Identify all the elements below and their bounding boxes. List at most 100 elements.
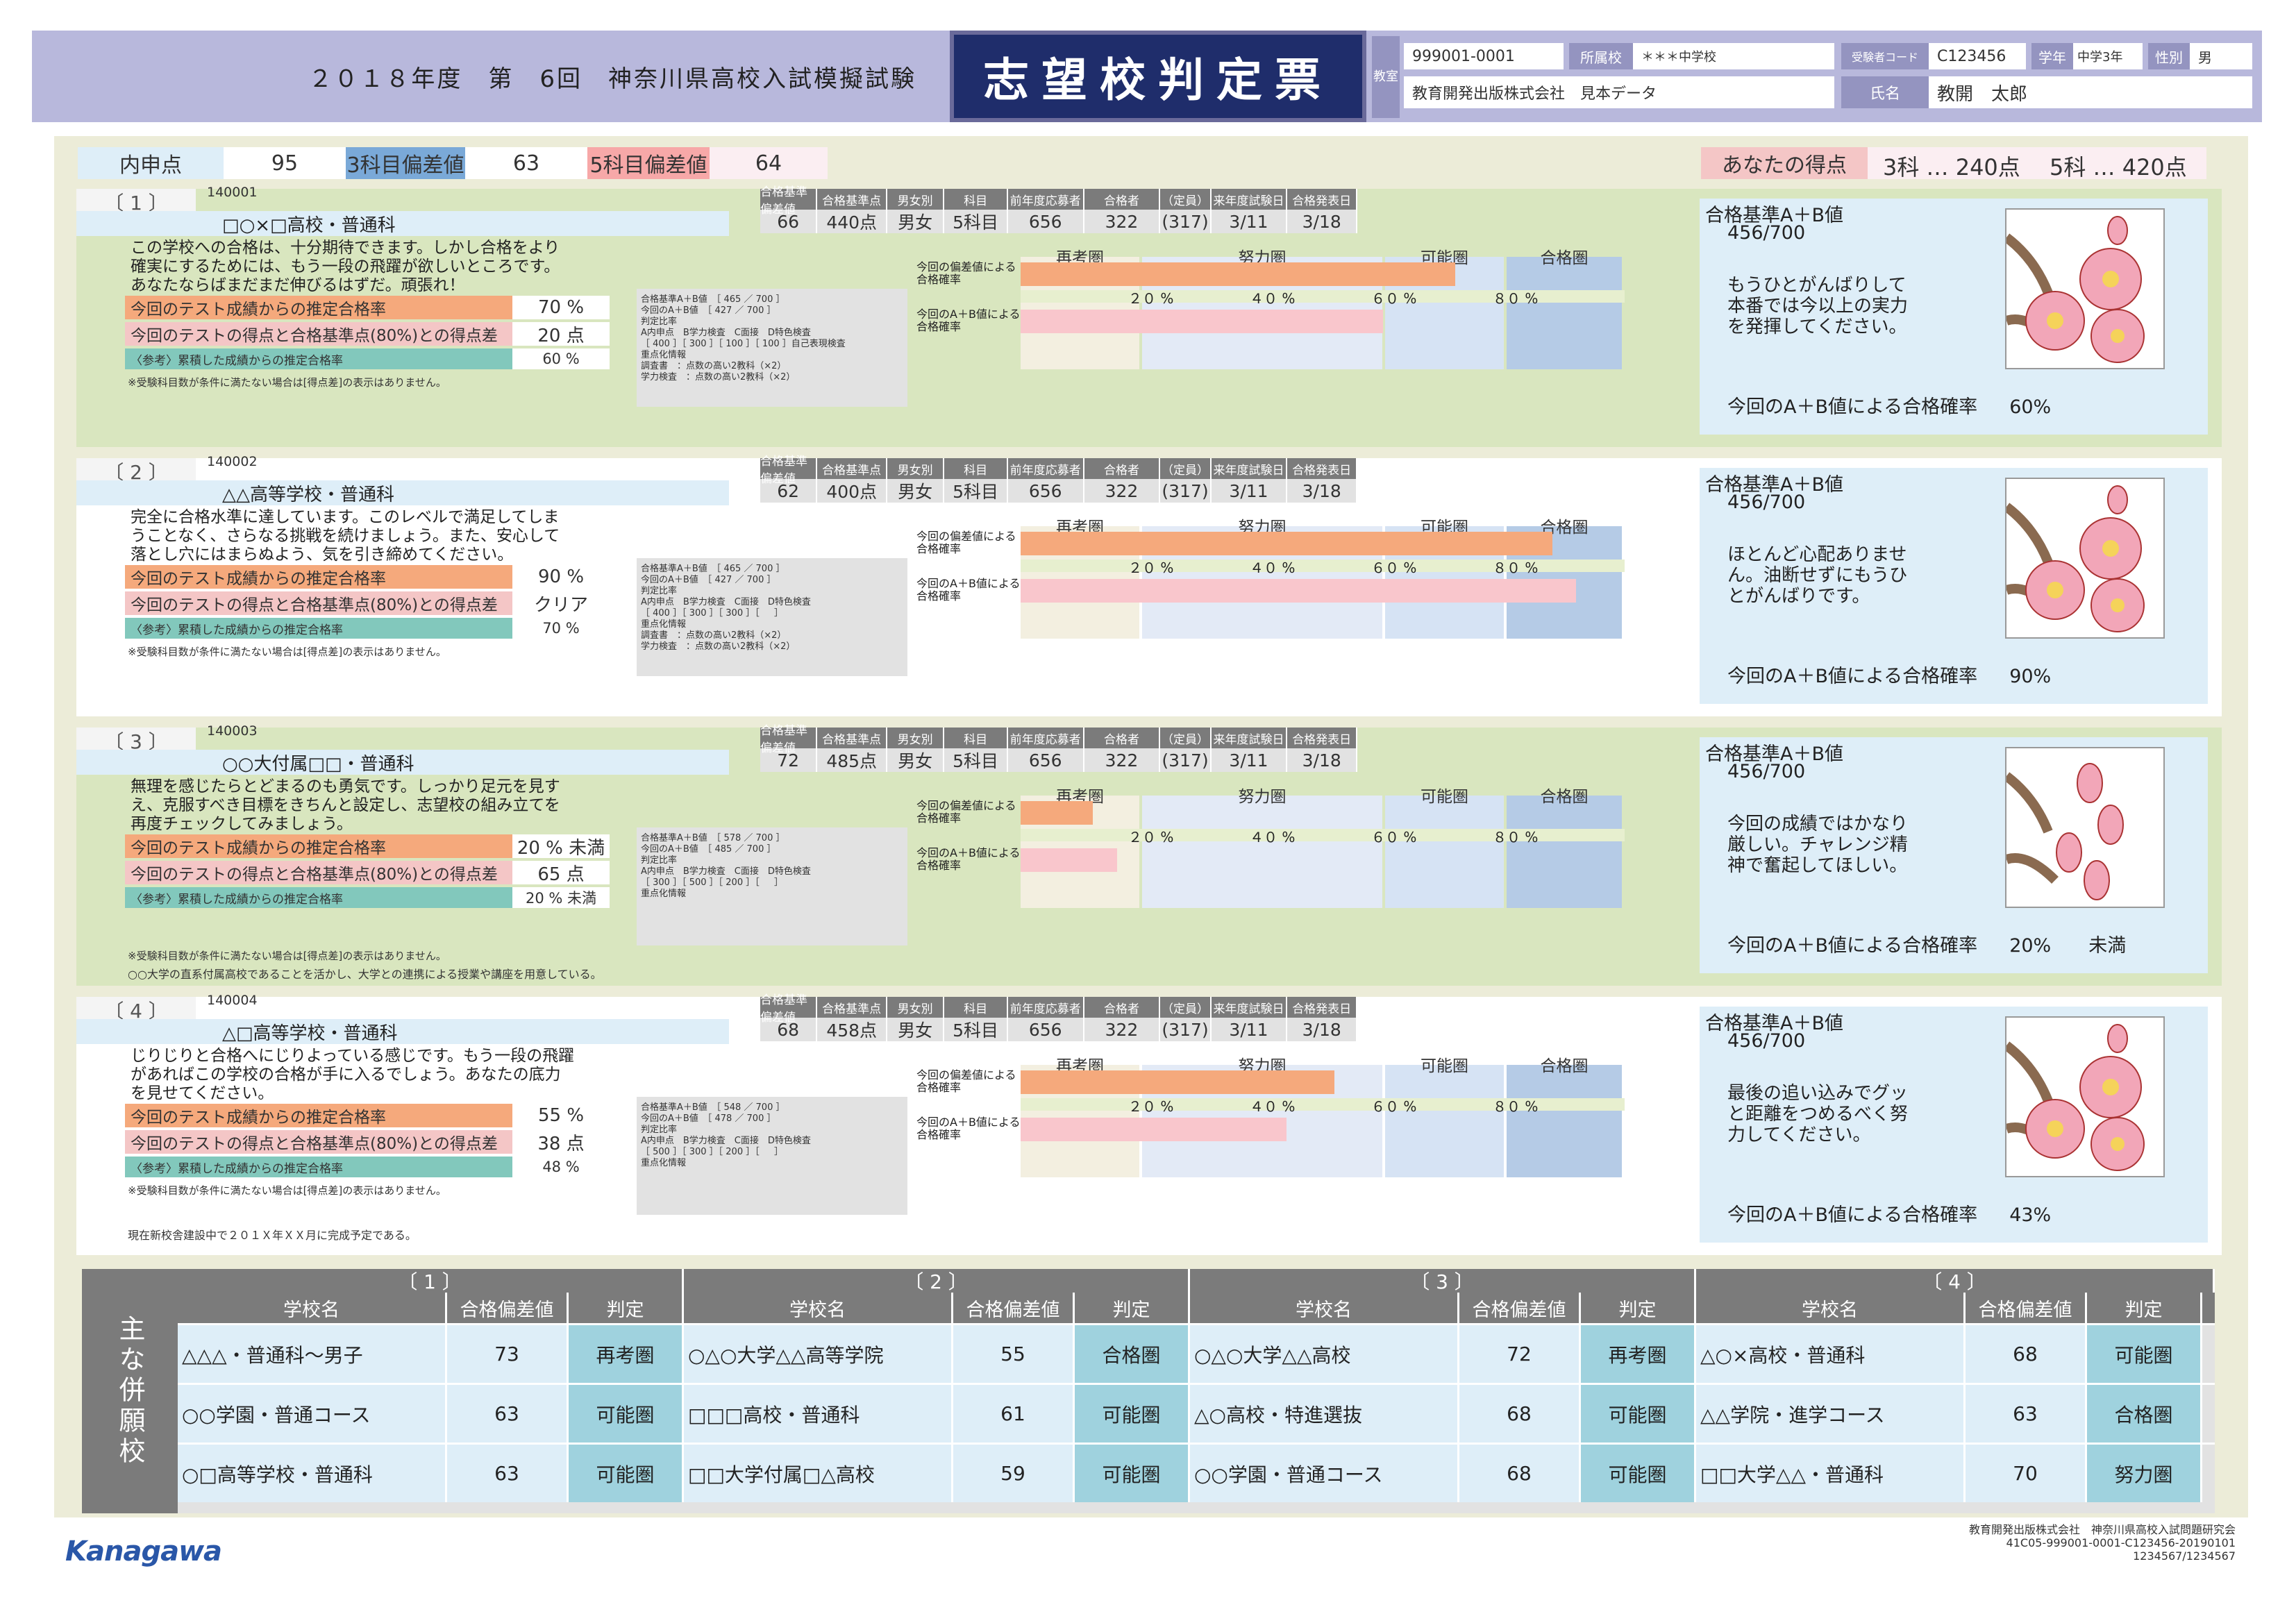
stats-value-cell: (317) (1160, 210, 1212, 233)
stats-header: 合格基準偏差値合格基準点男女別科目前年度応募者合格者（定員）来年度試験日合格発表… (760, 455, 1357, 486)
other-school-dev: 59 (953, 1445, 1075, 1502)
criteria-line: 合格基準A＋B値 ［ 578 ／ 700 ］ (641, 833, 785, 843)
group-columns: 学校名 合格偏差値 判定 (684, 1293, 1190, 1323)
bar-ab (1021, 310, 1383, 333)
other-schools-group-4: 〔 4 〕学校名 合格偏差値 判定 △○×高校・普通科 68 可能圏 △△学院・進学コース 6… (1696, 1269, 2215, 1513)
naishin-label: 内申点 (78, 147, 224, 179)
your-score-label: あなたの得点 (1701, 147, 1868, 179)
group-title: 〔 2 〕 (684, 1269, 1190, 1293)
rate-value: 20 % 未満 (512, 887, 610, 908)
rate-value: 65 点 (512, 861, 610, 885)
gender-value: 男 (2190, 43, 2252, 69)
stats-header-cell: 男女別 (887, 728, 945, 748)
bar-dev (1021, 1070, 1335, 1094)
stats-value-cell: 656 (1008, 479, 1084, 503)
other-school-judge: 可能圏 (1581, 1445, 1696, 1502)
stats-header-cell: 合格者 (1084, 997, 1161, 1018)
criteria-line: 判定比率 (641, 317, 678, 327)
col-dev: 合格偏差値 (447, 1293, 569, 1323)
criteria-line: 調査書 ：点数の高い2教科（×2） (641, 630, 787, 641)
other-school-judge: 合格圏 (2087, 1385, 2202, 1443)
stats-header-cell: 男女別 (887, 189, 945, 210)
rate-label: 〈参考〉累積した成績からの推定合格率 (125, 1157, 512, 1177)
name-value: 教開 太郎 (1929, 76, 2252, 108)
pct-tick: ８０ % (1493, 290, 1539, 307)
pct-tick: ６０ % (1371, 290, 1417, 307)
rate-value: 70 % (512, 618, 610, 639)
zone-label: 合格圏 (1540, 249, 1589, 267)
dev3-value: 63 (465, 147, 587, 179)
rate-value: 70 % (512, 296, 610, 319)
stats-value-cell: 5科目 (944, 210, 1008, 233)
bar-ab (1021, 579, 1577, 603)
other-school-row: ○△○大学△△高等学院 55 合格圏 (684, 1323, 1190, 1383)
criteria-line: 今回のA＋B値 ［ 427 ／ 700 ］ (641, 305, 776, 316)
other-school-judge: 可能圏 (1581, 1385, 1696, 1443)
pass-prob: 今回のA＋B値による合格確率 60% (1727, 392, 2051, 419)
stats-value-cell: 3/18 (1287, 210, 1357, 233)
stats-value-cell: 440点 (817, 210, 887, 233)
stats-value-cell: 322 (1084, 748, 1161, 772)
rate-row-diff: 今回のテストの得点と合格基準点(80%)との得点差 クリア (125, 591, 639, 616)
org-name: 教育開発出版株式会社 見本データ (1404, 76, 1834, 108)
rate-label: 〈参考〉累積した成績からの推定合格率 (125, 887, 512, 908)
col-school: 学校名 (1696, 1293, 1966, 1323)
stats-header-cell: 合格基準点 (817, 997, 887, 1018)
crit-value: 456/700 (1727, 761, 1806, 782)
other-school-name: △△学院・進学コース (1696, 1385, 1966, 1443)
col-school: 学校名 (1190, 1293, 1459, 1323)
other-school-dev: 68 (1459, 1445, 1581, 1502)
other-school-row: △○×高校・普通科 68 可能圏 (1696, 1323, 2215, 1383)
result-box: 合格基準A＋B値 456/700 最後の追い込みでグッと距離をつめるべく努力してくだ… (1700, 1007, 2208, 1243)
stats-value-cell: (317) (1160, 748, 1212, 772)
school-code: 140002 (207, 454, 258, 469)
result-box: 合格基準A＋B値 456/700 ほとんど心配ありません。油断せずにもうひとがんばり… (1700, 468, 2208, 704)
stats-value-cell: 男女 (887, 1018, 945, 1041)
other-school-judge: 合格圏 (1075, 1325, 1190, 1383)
probability-graph: 再考圏 努力圏 可能圏 合格圏 今回の偏差値による合格確率 今回のA＋B値による合格確率 ２… (916, 1052, 1625, 1219)
criteria-line: A内申点 B学力検査 C面接 D特色検査 (641, 866, 811, 877)
zone-label: 可能圏 (1421, 1057, 1468, 1075)
crit-value: 456/700 (1727, 222, 1806, 244)
pct-tick: ４０ % (1250, 1098, 1296, 1115)
stats-header-cell: （定員） (1160, 728, 1212, 748)
school-comment: この学校への合格は、十分期待できます。しかし合格をより確実にするためには、もう一… (131, 239, 560, 294)
graph-label-dev: 今回の偏差値による合格確率 (916, 260, 1016, 286)
rate-row-ref: 〈参考〉累積した成績からの推定合格率 60 % (125, 348, 639, 369)
stats-header-cell: 科目 (944, 189, 1008, 210)
stats-table: 合格基準偏差値合格基準点男女別科目前年度応募者合格者（定員）来年度試験日合格発表… (760, 185, 1357, 233)
stats-value-cell: 3/18 (1287, 1018, 1357, 1041)
zone-label: 可能圏 (1421, 788, 1468, 806)
criteria-line: 合格基準A＋B値 ［ 548 ／ 700 ］ (641, 1102, 785, 1113)
school-value: ＊＊＊中学校 (1633, 43, 1834, 69)
graph-label-dev: 今回の偏差値による合格確率 (916, 1068, 1016, 1094)
stats-value-cell: 男女 (887, 479, 945, 503)
document-title: 志望校判定票 (950, 31, 1366, 122)
rate-label: 今回のテスト成績からの推定合格率 (125, 834, 512, 858)
examinee-info-panel: 教室 999001-0001 所属校 ＊＊＊中学校 受験者コード C123456… (1366, 31, 2262, 122)
school-code: 140001 (207, 185, 258, 200)
pass-prob: 今回のA＋B値による合格確率 20% 未満 (1727, 930, 2126, 957)
stats-header-cell: 科目 (944, 728, 1008, 748)
cherry-blossom-icon (2003, 1016, 2165, 1177)
other-school-dev: 63 (1966, 1385, 2087, 1443)
group-title: 〔 4 〕 (1696, 1269, 2215, 1293)
other-school-row: △○高校・特進選抜 68 可能圏 (1190, 1383, 1696, 1443)
other-school-dev: 55 (953, 1325, 1075, 1383)
criteria-line: 学力検査 ：点数の高い2教科（×2） (641, 372, 796, 382)
rate-value: 90 % (512, 565, 610, 589)
col-judge: 判定 (569, 1293, 684, 1323)
other-school-name: ○○学園・普通コース (1190, 1445, 1459, 1502)
criteria-line: ［ 300 ］［ 500 ］［ 200 ］［ ］ (641, 877, 783, 888)
rate-row-diff: 今回のテストの得点と合格基準点(80%)との得点差 20 点 (125, 322, 639, 346)
criteria-line: ［ 400 ］［ 300 ］［ 300 ］［ ］ (641, 608, 783, 619)
other-school-dev: 72 (1459, 1325, 1581, 1383)
rate-value: 38 点 (512, 1130, 610, 1154)
pass-prob-label: 今回のA＋B値による合格確率 (1727, 666, 1978, 687)
school-section-1: 〔 1 〕 140001 □○×□高校・普通科 この学校への合格は、十分期待できます。… (76, 185, 2222, 447)
other-schools-group-3: 〔 3 〕学校名 合格偏差値 判定 ○△○大学△△高校 72 再考圏 △○高校・特進選抜 68… (1190, 1269, 1696, 1513)
bar-ab (1021, 848, 1118, 872)
pct-tick: ２０ % (1128, 560, 1174, 576)
pct-tick: ２０ % (1128, 829, 1174, 846)
graph-label-ab: 今回のA＋B値による合格確率 (916, 577, 1021, 603)
